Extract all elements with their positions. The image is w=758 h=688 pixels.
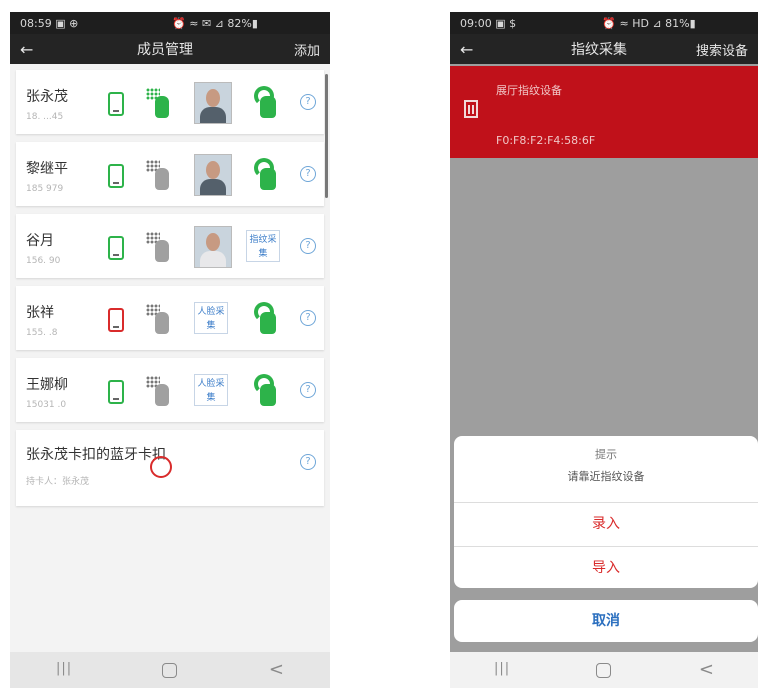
fingerprint-icon[interactable] [248, 86, 278, 118]
face-photo[interactable] [194, 226, 232, 268]
page-title: 指纹采集 [571, 42, 627, 58]
fingerprint-device-icon [464, 100, 478, 118]
face-photo[interactable] [194, 154, 232, 196]
phone-icon[interactable] [108, 380, 124, 404]
member-name: 张祥 [26, 305, 54, 321]
card-owner: 持卡人：张永茂 [26, 477, 90, 487]
keypad-touch-icon[interactable] [146, 160, 174, 192]
seal-icon [150, 456, 172, 478]
help-icon[interactable]: ? [300, 454, 316, 470]
fingerprint-icon[interactable] [248, 302, 278, 334]
member-row[interactable]: 张祥 155. .8 人脸采集 ? [16, 286, 324, 350]
member-phone: 18. ...45 [26, 112, 64, 122]
member-row[interactable]: 张永茂 18. ...45 ? [16, 70, 324, 134]
member-name: 王娜柳 [26, 377, 68, 393]
enroll-button[interactable]: 录入 [454, 502, 758, 545]
keypad-touch-icon[interactable] [146, 304, 174, 336]
phone-icon[interactable] [108, 164, 124, 188]
device-name: 展厅指纹设备 [496, 84, 562, 97]
member-name: 张永茂 [26, 89, 68, 105]
system-nav-bar: < [10, 652, 330, 688]
device-mac: F0:F8:F2:F4:58:6F [496, 134, 596, 147]
status-time: 09:00 ▣ $ [460, 16, 517, 30]
sheet-title: 提示 [595, 448, 617, 461]
keypad-touch-icon[interactable] [146, 232, 174, 264]
action-sheet: 提示 请靠近指纹设备 录入 导入 [454, 436, 758, 588]
face-collect-button[interactable]: 人脸采集 [194, 374, 228, 406]
app-bar: ← 成员管理 添加 [10, 34, 330, 64]
recent-apps-icon[interactable] [56, 661, 72, 676]
member-row[interactable]: 王娜柳 15031 .0 人脸采集 ? [16, 358, 324, 422]
member-list: 张永茂 18. ...45 ? 黎继平 185 979 ? 谷月 156. 90 [10, 64, 330, 514]
keypad-touch-icon[interactable] [146, 88, 174, 120]
help-icon[interactable]: ? [300, 166, 316, 182]
phone-icon[interactable] [108, 92, 124, 116]
system-nav-bar: < [450, 652, 758, 688]
nav-back-icon[interactable]: < [699, 661, 714, 679]
member-name: 谷月 [26, 233, 54, 249]
status-bar: 08:59 ▣ ⊕ ⏰ ≈ ✉ ⊿ 82%▮ [10, 12, 330, 34]
member-phone: 156. 90 [26, 256, 61, 266]
fingerprint-icon[interactable] [248, 158, 278, 190]
fingerprint-collect-screen: 09:00 ▣ $ ⏰ ≈ HD ⊿ 81%▮ ← 指纹采集 搜索设备 展厅指纹… [450, 12, 758, 688]
recent-apps-icon[interactable] [494, 661, 510, 676]
member-management-screen: 08:59 ▣ ⊕ ⏰ ≈ ✉ ⊿ 82%▮ ← 成员管理 添加 张永茂 18.… [10, 12, 330, 688]
page-title: 成员管理 [137, 42, 193, 58]
home-icon[interactable] [161, 662, 177, 678]
nav-back-icon[interactable]: < [269, 661, 284, 679]
help-icon[interactable]: ? [300, 382, 316, 398]
help-icon[interactable]: ? [300, 310, 316, 326]
face-photo[interactable] [194, 82, 232, 124]
member-phone: 185 979 [26, 184, 64, 194]
keypad-touch-icon[interactable] [146, 376, 174, 408]
phone-icon[interactable] [108, 236, 124, 260]
back-arrow-icon[interactable]: ← [20, 40, 80, 59]
search-device-button[interactable]: 搜索设备 [678, 40, 748, 59]
member-row[interactable]: 谷月 156. 90 指纹采集 ? [16, 214, 324, 278]
face-collect-button[interactable]: 人脸采集 [194, 302, 228, 334]
app-bar: ← 指纹采集 搜索设备 [450, 34, 758, 64]
help-icon[interactable]: ? [300, 238, 316, 254]
status-icons: ⏰ ≈ ✉ ⊿ 82%▮ [172, 16, 258, 30]
member-name: 黎继平 [26, 161, 68, 177]
import-button[interactable]: 导入 [454, 546, 758, 589]
status-bar: 09:00 ▣ $ ⏰ ≈ HD ⊿ 81%▮ [450, 12, 758, 34]
add-button[interactable]: 添加 [250, 40, 320, 59]
sheet-message: 请靠近指纹设备 [567, 470, 645, 483]
help-icon[interactable]: ? [300, 94, 316, 110]
member-phone: 155. .8 [26, 328, 58, 338]
status-icons: ⏰ ≈ HD ⊿ 81%▮ [602, 16, 696, 30]
card-name: 张永茂卡扣的蓝牙卡扣 [26, 447, 166, 463]
member-phone: 15031 .0 [26, 400, 67, 410]
device-card[interactable]: 展厅指纹设备 F0:F8:F2:F4:58:6F [450, 66, 758, 158]
fingerprint-icon[interactable] [248, 374, 278, 406]
cancel-button[interactable]: 取消 [454, 600, 758, 642]
member-row[interactable]: 黎继平 185 979 ? [16, 142, 324, 206]
finger-collect-button[interactable]: 指纹采集 [246, 230, 280, 262]
home-icon[interactable] [595, 662, 611, 678]
status-time: 08:59 ▣ ⊕ [20, 16, 79, 30]
scrollbar[interactable] [325, 74, 328, 198]
phone-icon[interactable] [108, 308, 124, 332]
back-arrow-icon[interactable]: ← [460, 40, 520, 59]
bluetooth-card-row[interactable]: 张永茂卡扣的蓝牙卡扣 持卡人：张永茂 ? [16, 430, 324, 506]
